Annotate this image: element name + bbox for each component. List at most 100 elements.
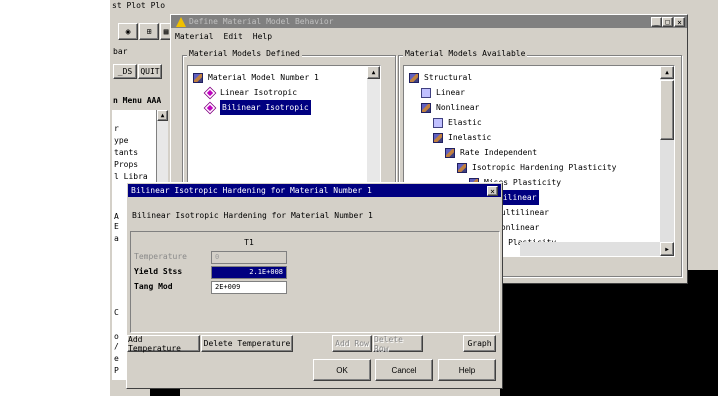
background-menubar: st Plot Plo	[112, 1, 192, 13]
dialog-titlebar[interactable]: Bilinear Isotropic Hardening for Materia…	[128, 184, 501, 197]
value-cell[interactable]: 2E+009	[211, 281, 287, 294]
toolbar-icon-1[interactable]: ◉	[118, 23, 138, 40]
toolbar-button-ds[interactable]: _DS	[113, 64, 137, 79]
close-button[interactable]: ×	[674, 17, 685, 27]
menu-fragment[interactable]: Plot	[126, 1, 145, 10]
tree-item[interactable]: Nonlinear	[409, 100, 674, 115]
delete-temperature-button[interactable]: Delete Temperature	[201, 335, 293, 352]
available-tree-hscrollbar[interactable]: ▶	[520, 242, 674, 256]
available-group-label: Material Models Available	[403, 49, 528, 58]
graph-button[interactable]: Graph	[463, 335, 496, 352]
ansys-logo-icon	[176, 16, 186, 27]
add-row-button[interactable]: Add Row	[332, 335, 372, 352]
row-label: Temperature	[134, 252, 187, 261]
menu-fragment[interactable]: st	[112, 1, 122, 10]
row-label: Yield Stss	[134, 267, 183, 276]
main-menu-item[interactable]: /	[114, 342, 119, 351]
scroll-up-button[interactable]: ▲	[157, 110, 168, 121]
property-table: T1 Temperature 0 Yield Stss 2.1E+008 Tang Mo…	[130, 231, 500, 333]
tree-item[interactable]: Isotropic Hardening Plasticity	[409, 160, 674, 175]
material-window-titlebar[interactable]: Define Material Model Behavior	[171, 15, 687, 28]
menu-edit[interactable]: Edit	[224, 32, 243, 44]
scroll-up-button[interactable]: ▲	[660, 66, 674, 79]
available-tree-vscrollbar[interactable]: ▲	[660, 66, 674, 242]
tree-item[interactable]: Linear	[409, 85, 674, 100]
tree-item[interactable]: Inelastic	[409, 130, 674, 145]
main-menu-item[interactable]: r	[114, 124, 119, 133]
toolbar-label: bar	[113, 47, 128, 56]
main-menu-label: n Menu AAA	[113, 96, 162, 105]
value-cell[interactable]: 2.1E+008	[211, 266, 287, 279]
delete-row-button[interactable]: Delete Row	[373, 335, 423, 353]
book-icon	[409, 72, 419, 83]
main-menu-item[interactable]: A	[114, 212, 119, 221]
main-menu-item[interactable]: e	[114, 354, 119, 363]
minimize-button[interactable]: _	[651, 17, 662, 27]
menu-help[interactable]: Help	[253, 32, 272, 44]
background-black-area	[500, 270, 718, 396]
tree-item-label: Nonlinear	[436, 103, 480, 112]
item-icon	[203, 86, 217, 99]
tree-item-label: Multilinear	[496, 208, 549, 217]
tree-item-label: Bilinear Isotropic	[220, 100, 311, 115]
tree-item-label: Inelastic	[448, 133, 492, 142]
book-icon	[421, 102, 431, 113]
main-menu-item[interactable]: tants	[114, 148, 138, 157]
material-window-title: Define Material Model Behavior	[189, 17, 334, 26]
defined-group-label: Material Models Defined	[187, 49, 302, 58]
column-header-t1: T1	[244, 238, 254, 247]
cancel-button[interactable]: Cancel	[375, 359, 433, 381]
dialog-title: Bilinear Isotropic Hardening for Materia…	[131, 186, 372, 195]
tree-item[interactable]: Material Model Number 1	[193, 70, 380, 85]
tree-item-label: Linear Isotropic	[220, 88, 298, 97]
tree-item-label: Structural	[424, 73, 473, 82]
dialog-close-button[interactable]: ×	[487, 186, 498, 196]
ok-button[interactable]: OK	[313, 359, 371, 381]
add-temperature-button[interactable]: Add Temperature	[127, 335, 200, 353]
hardening-dialog: Bilinear Isotropic Hardening for Materia…	[126, 182, 503, 389]
tree-item-label: Material Model Number 1	[208, 73, 319, 82]
dialog-heading: Bilinear Isotropic Hardening for Materia…	[132, 211, 373, 220]
tree-item[interactable]: Rate Independent	[409, 145, 674, 160]
book-icon	[457, 162, 467, 173]
main-menu-scrollbar[interactable]: ▲	[156, 110, 168, 190]
main-menu-item[interactable]: ype	[114, 136, 128, 145]
scroll-right-button[interactable]: ▶	[660, 242, 674, 256]
toolbar-button-quit[interactable]: QUIT	[138, 64, 162, 79]
folder-icon	[433, 117, 443, 128]
book-icon	[433, 132, 443, 143]
table-row: Tang Mod 2E+009	[131, 280, 291, 295]
book-icon	[193, 72, 203, 83]
material-window-menubar: Material Edit Help	[175, 32, 272, 44]
tree-item-label: Linear	[436, 88, 465, 97]
menu-fragment[interactable]: Plo	[151, 1, 165, 10]
row-label: Tang Mod	[134, 282, 173, 291]
main-menu-item[interactable]: P	[114, 366, 119, 375]
main-menu-item[interactable]: E	[114, 222, 119, 231]
main-menu-item[interactable]: C	[114, 308, 119, 317]
table-row: Yield Stss 2.1E+008	[131, 265, 291, 280]
scroll-up-button[interactable]: ▲	[367, 66, 380, 79]
folder-icon	[421, 87, 431, 98]
help-button[interactable]: Help	[438, 359, 496, 381]
tree-item[interactable]: Structural	[409, 70, 674, 85]
tree-item-label: Elastic	[448, 118, 482, 127]
main-menu-item[interactable]: Props	[114, 160, 138, 169]
value-cell[interactable]: 0	[211, 251, 287, 264]
maximize-button[interactable]: □	[662, 17, 673, 27]
item-icon	[203, 101, 217, 114]
toolbar-icon-2[interactable]: ⊞	[139, 23, 159, 40]
book-icon	[445, 147, 455, 158]
menu-material[interactable]: Material	[175, 32, 214, 44]
tree-item-label: Rate Independent	[460, 148, 538, 157]
background-dark-strip	[150, 388, 180, 396]
main-menu-item[interactable]: l Libra	[114, 172, 148, 181]
table-row: Temperature 0	[131, 250, 291, 265]
tree-item[interactable]: Elastic	[409, 115, 674, 130]
tree-item-label: Isotropic Hardening Plasticity	[472, 163, 617, 172]
main-menu-item[interactable]: o	[114, 332, 119, 341]
scroll-thumb[interactable]	[660, 80, 674, 140]
tree-item[interactable]: Linear Isotropic	[193, 85, 380, 100]
tree-item[interactable]: Bilinear Isotropic	[193, 100, 380, 115]
main-menu-item[interactable]: a	[114, 234, 119, 243]
